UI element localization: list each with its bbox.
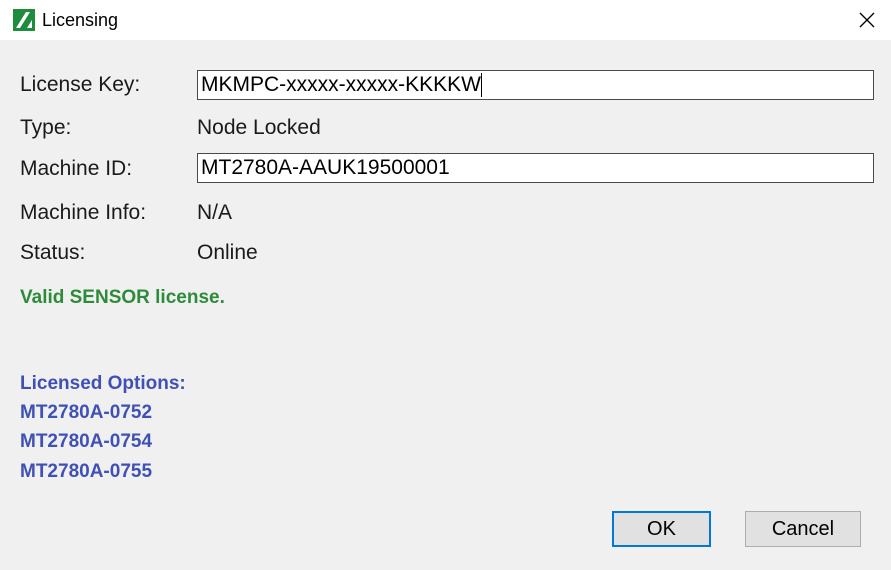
text-caret	[481, 73, 482, 98]
license-key-input[interactable]: MKMPC-xxxxx-xxxxx-KKKKW	[197, 70, 874, 100]
status-value: Online	[197, 241, 258, 264]
machine-id-label: Machine ID:	[20, 157, 133, 180]
window-title: Licensing	[42, 10, 119, 30]
licensed-option-item: MT2780A-0754	[20, 431, 153, 452]
licensing-dialog: Licensing License Key: MKMPC-xxxxx-xxxxx…	[0, 0, 891, 570]
type-label: Type:	[20, 116, 72, 139]
licensed-options-heading: Licensed Options:	[20, 373, 186, 394]
machine-info-value: N/A	[197, 201, 233, 224]
license-key-value: MKMPC-xxxxx-xxxxx-KKKKW	[201, 73, 481, 96]
machine-id-input[interactable]: MT2780A-AAUK19500001	[197, 153, 874, 183]
title-bar: Licensing	[0, 0, 891, 40]
licensed-option-item: MT2780A-0752	[20, 402, 153, 423]
licensed-option-item: MT2780A-0755	[20, 461, 153, 482]
dialog-body: License Key: MKMPC-xxxxx-xxxxx-KKKKW Typ…	[0, 40, 891, 570]
close-icon	[859, 12, 875, 28]
machine-info-label: Machine Info:	[20, 201, 147, 224]
status-label: Status:	[20, 241, 86, 264]
anritsu-logo-icon	[13, 9, 35, 31]
license-key-label: License Key:	[20, 73, 141, 96]
validation-message: Valid SENSOR license.	[20, 287, 225, 308]
type-value: Node Locked	[197, 116, 321, 139]
machine-id-value: MT2780A-AAUK19500001	[201, 156, 450, 179]
close-button[interactable]	[843, 0, 891, 40]
ok-button[interactable]: OK	[612, 511, 711, 547]
cancel-button[interactable]: Cancel	[745, 511, 861, 547]
